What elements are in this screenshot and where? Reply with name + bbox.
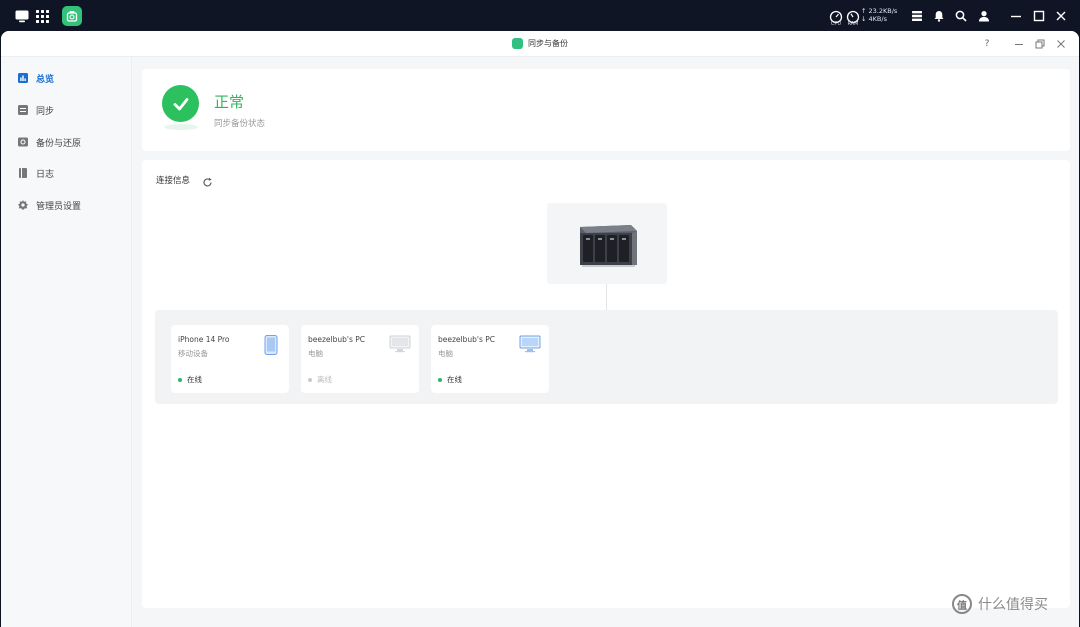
sidebar-item-label: 同步 [36,106,55,117]
sidebar-item-label: 总览 [36,74,55,85]
device-status: 离线 [308,374,332,385]
backup-icon [18,137,28,147]
monitor-icon [519,335,541,353]
taskbar: CPU RAM ↑ 23.2KB/s ↓ 4KB/s [0,0,1080,32]
watermark-logo: 值 [952,594,972,614]
net-up-speed: 23.2KB/s [868,7,898,15]
device-card[interactable]: iPhone 14 Pro 移动设备 在线 [171,325,289,393]
device-list: iPhone 14 Pro 移动设备 在线 beezelbub's PC 电脑 … [155,310,1058,404]
nas-icon [580,225,637,267]
sidebar-item-backup-restore[interactable]: 备份与还原 [1,131,132,153]
ram-label: RAM [847,21,859,27]
device-status: 在线 [178,374,202,385]
connection-title: 连接信息 [156,176,191,186]
device-name: beezelbub's PC [308,335,366,344]
device-type: 移动设备 [178,349,208,358]
device-status: 在线 [438,374,462,385]
sync-icon [18,105,28,115]
window-titlebar[interactable]: 同步与备份 ? [1,31,1079,57]
status-subtitle: 同步备份状态 [214,119,266,129]
sidebar: 总览 同步 备份与还原 日志 管理员设置 [1,57,132,627]
sync-backup-window: 同步与备份 ? 总览 同步 备份与还原 日志 管理员设置 正常 同步备份状态 连… [1,31,1079,627]
check-icon [162,85,199,122]
online-dot [178,377,182,382]
device-status-text: 在线 [447,375,462,384]
window-restore-icon[interactable] [1034,38,1046,50]
device-name: iPhone 14 Pro [178,335,230,344]
sidebar-item-label: 备份与还原 [36,138,82,149]
bell-icon[interactable] [931,8,947,24]
gear-icon [18,200,28,210]
connection-line [606,284,607,311]
cpu-label: CPU [830,21,842,27]
device-status-text: 离线 [317,375,332,384]
maximize-icon[interactable] [1031,8,1047,24]
device-card[interactable]: beezelbub's PC 电脑 在线 [431,325,549,393]
refresh-icon[interactable] [202,173,213,187]
device-name: beezelbub's PC [438,335,496,344]
sync-app-icon[interactable] [62,6,82,26]
sidebar-item-label: 管理员设置 [36,201,82,212]
cpu-gauge-icon[interactable]: CPU [828,8,844,27]
network-speed: ↑ 23.2KB/s ↓ 4KB/s [861,7,901,23]
close-icon[interactable] [1053,8,1069,24]
window-minimize-icon[interactable] [1013,38,1025,50]
sidebar-item-label: 日志 [36,169,55,180]
watermark: 值 什么值得买 [952,594,1048,614]
monitor-icon [389,335,411,353]
net-down-speed: 4KB/s [868,15,887,23]
sidebar-item-admin-settings[interactable]: 管理员设置 [1,194,132,216]
sidebar-item-sync[interactable]: 同步 [1,99,132,121]
window-title: 同步与备份 [512,38,568,49]
nas-device[interactable] [547,203,667,284]
status-card: 正常 同步备份状态 [142,69,1070,151]
sync-app-icon [512,38,523,49]
search-icon[interactable] [953,8,969,24]
user-icon[interactable] [976,8,992,24]
log-icon [18,168,28,178]
status-title: 正常 [214,93,245,111]
watermark-text: 什么值得买 [978,597,1048,613]
desktop-monitor-icon[interactable] [13,7,31,25]
phone-icon [264,335,278,355]
device-type: 电脑 [438,349,453,358]
device-card[interactable]: beezelbub's PC 电脑 离线 [301,325,419,393]
window-close-icon[interactable] [1055,38,1067,50]
ram-gauge-icon[interactable]: RAM [845,8,861,27]
app-grid-icon[interactable] [33,7,51,25]
minimize-icon[interactable] [1008,8,1024,24]
window-title-text: 同步与备份 [528,39,568,48]
status-shadow [164,124,198,130]
device-status-text: 在线 [187,375,202,384]
connection-card: 连接信息 iPhone 14 Pro 移动设备 在线 beezelbub's P… [142,160,1070,608]
online-dot [438,377,442,382]
offline-dot [308,377,312,382]
task-list-icon[interactable] [909,8,925,24]
upload-arrow-icon: ↑ [861,7,867,15]
sidebar-item-overview[interactable]: 总览 [1,67,132,89]
help-button[interactable]: ? [981,38,993,50]
overview-icon [18,73,28,83]
sidebar-item-log[interactable]: 日志 [1,162,132,184]
device-type: 电脑 [308,349,323,358]
download-arrow-icon: ↓ [861,15,867,23]
